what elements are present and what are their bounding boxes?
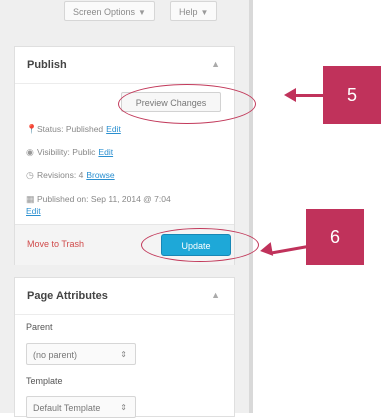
- annotation-area: [253, 0, 389, 413]
- visibility-label: Visibility: Public: [37, 147, 96, 157]
- published-row: ▦ Published on: Sep 11, 2014 @ 7:04 Edit: [26, 193, 171, 217]
- chevron-down-icon: ▼: [138, 8, 146, 17]
- visibility-edit-link[interactable]: Edit: [98, 147, 113, 157]
- pin-icon: 📍: [26, 124, 38, 134]
- select-arrow-icon: ⇕: [120, 403, 127, 412]
- template-label: Template: [26, 376, 63, 386]
- revisions-browse-link[interactable]: Browse: [86, 170, 114, 180]
- screen-options-label: Screen Options: [73, 7, 136, 17]
- published-edit-link[interactable]: Edit: [26, 206, 41, 216]
- toggle-arrow-icon[interactable]: ▲: [211, 59, 220, 69]
- template-select[interactable]: Default Template ⇕: [26, 396, 136, 418]
- arrow-left-icon: [258, 242, 274, 258]
- clock-icon: ◷: [26, 170, 34, 180]
- toggle-arrow-icon[interactable]: ▲: [211, 290, 220, 300]
- screen-meta-bar: Screen Options ▼ Help ▼: [0, 0, 249, 28]
- status-edit-link[interactable]: Edit: [106, 124, 121, 134]
- update-highlight-oval: [141, 228, 259, 262]
- parent-label: Parent: [26, 322, 53, 332]
- help-label: Help: [179, 7, 198, 17]
- parent-select[interactable]: (no parent) ⇕: [26, 343, 136, 365]
- revisions-label: Revisions: 4: [37, 170, 84, 180]
- template-select-value: Default Template: [33, 403, 101, 413]
- visibility-row: ◉ Visibility: Public Edit: [26, 147, 113, 158]
- chevron-down-icon: ▼: [200, 8, 209, 17]
- select-arrow-icon: ⇕: [120, 350, 127, 359]
- callout-6-badge: 6: [306, 209, 364, 265]
- preview-highlight-oval: [118, 84, 256, 124]
- status-row: 📍Status: Published Edit: [26, 124, 121, 135]
- callout-5-badge: 5: [323, 66, 381, 124]
- status-label: Status: Published: [37, 124, 104, 134]
- page-attributes-header[interactable]: Page Attributes ▲: [15, 278, 234, 315]
- page-attributes-title: Page Attributes: [27, 290, 108, 302]
- move-to-trash-link[interactable]: Move to Trash: [27, 239, 84, 249]
- callout-5-arrow-line: [296, 94, 324, 97]
- calendar-icon: ▦: [26, 194, 35, 204]
- publish-box-header[interactable]: Publish ▲: [15, 47, 234, 84]
- parent-select-value: (no parent): [33, 350, 78, 360]
- publish-title: Publish: [27, 59, 67, 71]
- arrow-left-icon: [284, 88, 296, 102]
- help-button[interactable]: Help ▼: [170, 1, 218, 21]
- revisions-row: ◷ Revisions: 4 Browse: [26, 170, 115, 181]
- published-label: Published on: Sep 11, 2014 @ 7:04: [37, 194, 171, 204]
- screen-options-button[interactable]: Screen Options ▼: [64, 1, 155, 21]
- eye-icon: ◉: [26, 147, 34, 157]
